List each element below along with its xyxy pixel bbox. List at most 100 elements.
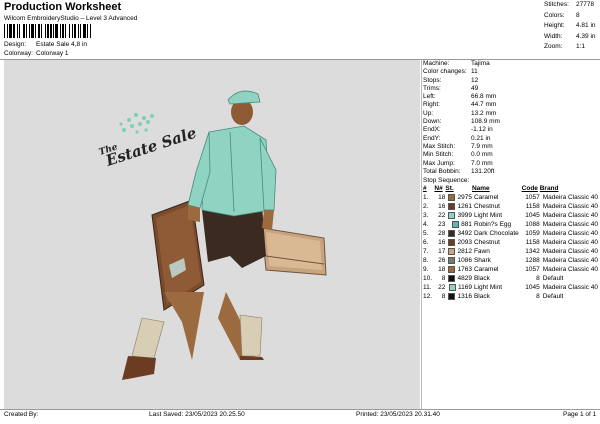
info-value: -1.12 in — [471, 126, 493, 134]
info-row: Right: 44.7 mm — [423, 101, 598, 109]
thread-brand: Madeira Classic 40 — [542, 212, 598, 220]
thread-name: Caramel — [473, 194, 499, 202]
info-label: Up: — [423, 109, 434, 117]
stop-row: 10. 8 4829 Black 8 Default — [423, 275, 598, 284]
design-preview: The Estate Sale — [4, 60, 420, 409]
info-row: Left: 66.8 mm — [423, 93, 598, 101]
barcode-bar — [74, 24, 76, 38]
design-row: Design: Estate Sale 4,8 in — [4, 41, 204, 50]
barcode-bar — [17, 24, 18, 38]
stitch-count: 1169 — [457, 284, 472, 292]
stop-number: 2. — [423, 203, 429, 211]
stat-zoom: Zoom: 1:1 — [544, 43, 598, 54]
stat-value: 4.81 in — [576, 22, 596, 29]
stop-number: 8. — [423, 257, 429, 265]
sparkle-cluster — [119, 113, 154, 134]
color-swatch — [448, 275, 456, 283]
color-swatch — [448, 248, 456, 256]
color-swatch — [448, 257, 456, 265]
thread-code: 1045 — [525, 284, 540, 292]
thread-name: Shark — [473, 257, 491, 265]
stop-number: 9. — [423, 266, 429, 274]
stitch-count: 2812 — [457, 248, 472, 256]
info-value: 0.21 in — [471, 134, 491, 142]
info-label: EndX: — [423, 126, 441, 134]
stitch-count: 3492 — [457, 230, 472, 238]
thread-name: Chestnut — [473, 239, 500, 247]
color-swatch — [448, 202, 456, 210]
stop-number: 3. — [423, 212, 429, 220]
info-row: Total Bobbin: 131.20ft — [423, 168, 598, 176]
stop-row: 12. 8 1316 Black 8 Default — [423, 293, 598, 302]
info-value: 7.9 mm — [471, 142, 493, 150]
stat-stitches: Stitches: 27778 — [544, 1, 598, 12]
stat-label: Colors: — [544, 11, 565, 19]
col-header: Name — [471, 185, 490, 193]
info-value: 131.20ft — [471, 167, 495, 175]
info-value: 7.0 mm — [471, 159, 493, 167]
col-header: # — [423, 185, 427, 193]
barcode-bar — [35, 24, 36, 38]
barcode-bar — [23, 24, 25, 38]
design-label: Design: — [4, 41, 27, 48]
needle-number: 22 — [438, 212, 446, 220]
barcode-bar — [13, 24, 15, 38]
needle-number: 8 — [441, 275, 446, 283]
stat-label: Height: — [544, 22, 565, 29]
design-stats: Stitches: 27778 Colors: 8 Height: 4.81 in W… — [544, 1, 598, 54]
thread-brand: Default — [542, 293, 564, 301]
barcode-bar — [7, 24, 8, 38]
stat-label: Zoom: — [544, 43, 563, 50]
design-name: Estate Sale 4,8 in — [36, 41, 87, 48]
thread-code: 1059 — [525, 230, 540, 238]
color-swatch — [448, 266, 456, 274]
thread-brand: Madeira Classic 40 — [542, 266, 598, 274]
info-value: 11 — [471, 68, 478, 76]
colorway-row: Colorway: Colorway 1 — [4, 50, 204, 59]
stat-label: Stitches: — [544, 1, 569, 8]
stop-number: 11. — [423, 284, 432, 292]
thread-brand: Madeira Classic 40 — [542, 221, 598, 229]
color-swatch — [448, 193, 456, 201]
software-subtitle: Wilcom EmbroideryStudio – Level 3 Advanc… — [4, 15, 138, 22]
barcode-bar — [83, 24, 86, 38]
stop-row: 11. 22 1169 Light Mint 1045 Madeira Classic 4… — [423, 284, 598, 293]
barcode-bar — [45, 24, 46, 38]
info-row: EndX: -1.12 in — [423, 126, 598, 134]
stat-value: 8 — [576, 11, 580, 19]
info-label: Max Jump: — [423, 159, 455, 167]
info-label: Stops: — [423, 76, 442, 84]
stop-number: 4. — [423, 221, 429, 229]
needle-number: 16 — [438, 203, 446, 211]
stop-sequence-title: Stop Sequence: — [423, 177, 470, 185]
info-label: Left: — [423, 93, 436, 101]
stat-label: Width: — [544, 32, 563, 40]
stop-row: 2. 16 1261 Chestnut 1158 Madeira Classic 40 — [423, 202, 598, 212]
info-row: Max Stitch: 7.9 mm — [423, 143, 598, 151]
thread-code: 8 — [536, 275, 540, 283]
barcode-bar — [78, 24, 79, 38]
thread-brand: Madeira Classic 40 — [542, 284, 598, 292]
info-value: Tajima — [471, 60, 490, 67]
thread-name: Fawn — [473, 248, 490, 256]
barcode-bar — [87, 24, 88, 38]
color-swatch — [452, 221, 460, 228]
stat-value: 4.39 in — [576, 32, 596, 40]
info-label: Machine: — [423, 60, 450, 67]
panel-divider — [421, 60, 422, 409]
info-label: Max Stitch: — [423, 142, 456, 150]
info-label: Color changes: — [423, 68, 467, 76]
info-label: EndY: — [423, 134, 441, 142]
thread-name: Dark Chocolate — [473, 230, 519, 238]
barcode-bar — [90, 24, 91, 38]
barcode-bar — [29, 24, 30, 38]
info-row: Trims: 49 — [423, 85, 598, 93]
stat-colors: Colors: 8 — [544, 12, 598, 23]
needle-number: 22 — [438, 284, 446, 292]
stop-row: 8. 26 1086 Shark 1288 Madeira Classic 40 — [423, 257, 598, 266]
thread-brand: Madeira Classic 40 — [542, 230, 598, 238]
color-swatch — [448, 211, 456, 219]
created-by: Created By: — [4, 411, 39, 418]
col-header: Brand — [539, 185, 559, 193]
stop-table-header: # N# St. Name Code Brand — [423, 185, 598, 194]
